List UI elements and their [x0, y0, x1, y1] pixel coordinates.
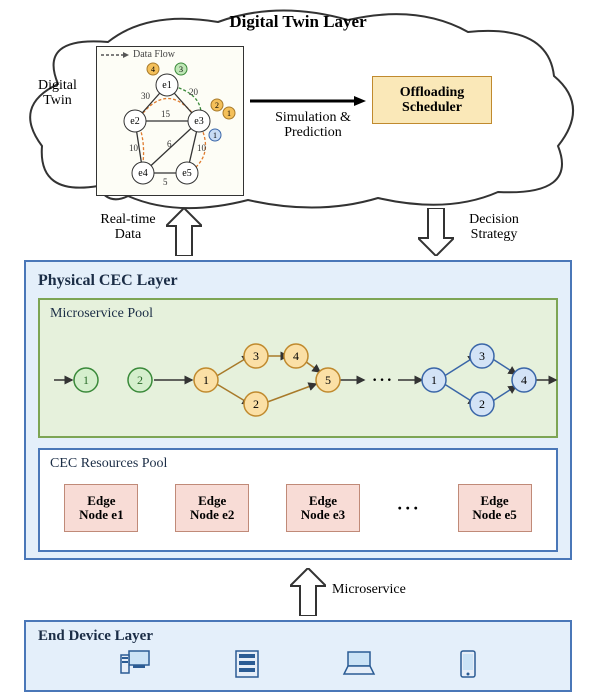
svg-text:20: 20 — [189, 87, 199, 97]
svg-text:3: 3 — [479, 349, 485, 363]
real-time-data-arrow — [166, 208, 202, 256]
svg-text:5: 5 — [163, 177, 168, 187]
svg-text:2: 2 — [253, 397, 259, 411]
graph-node-e2: e2 — [130, 116, 139, 127]
offloading-scheduler: Offloading Scheduler — [372, 76, 492, 124]
physical-cec-layer: Physical CEC Layer Microservice Pool ···… — [24, 260, 572, 560]
microservice-pool: Microservice Pool ··· 1 2 — [38, 298, 558, 438]
svg-text:6: 6 — [167, 139, 172, 149]
edge-node: Edge Node e2 — [175, 484, 249, 532]
digital-twin-panel-label: Digital Twin — [38, 78, 77, 109]
server-icon — [234, 649, 260, 679]
svg-text:2: 2 — [215, 101, 219, 110]
svg-text:3: 3 — [179, 65, 183, 74]
graph-node-e3: e3 — [194, 116, 203, 127]
svg-text:2: 2 — [479, 397, 485, 411]
cec-resources-title: CEC Resources Pool — [50, 456, 546, 472]
microservice-arrow-label: Microservice — [332, 582, 406, 598]
ellipsis: ··· — [397, 498, 421, 519]
graph-node-e1: e1 — [162, 80, 171, 91]
graph-node-e4: e4 — [138, 168, 147, 179]
edge-node: Edge Node e3 — [286, 484, 360, 532]
svg-text:4: 4 — [151, 65, 155, 74]
svg-text:1: 1 — [213, 131, 217, 140]
graph-node-e5: e5 — [182, 168, 191, 179]
edge-node: Edge Node e5 — [458, 484, 532, 532]
svg-text:1: 1 — [227, 109, 231, 118]
svg-text:5: 5 — [325, 373, 331, 387]
svg-text:1: 1 — [203, 373, 209, 387]
svg-text:2: 2 — [137, 373, 143, 387]
svg-text:10: 10 — [129, 143, 139, 153]
laptop-icon — [340, 650, 378, 678]
edge-node: Edge Node e1 — [64, 484, 138, 532]
sim-pred-arrow — [250, 96, 366, 106]
svg-text:···: ··· — [372, 372, 394, 389]
desktop-icon — [119, 649, 153, 679]
real-time-data-label: Real-time Data — [92, 212, 164, 243]
decision-strategy-arrow — [418, 208, 454, 256]
svg-text:4: 4 — [521, 373, 527, 387]
sim-pred-label: Simulation & Prediction — [258, 110, 368, 141]
decision-strategy-label: Decision Strategy — [458, 212, 530, 243]
phone-icon — [459, 649, 477, 679]
svg-text:10: 10 — [197, 143, 207, 153]
svg-text:1: 1 — [431, 373, 437, 387]
end-device-title: End Device Layer — [38, 628, 558, 645]
svg-text:1: 1 — [83, 373, 89, 387]
digital-twin-layer: Digital Twin Layer Digital Twin Data Flo… — [18, 6, 578, 214]
microservice-arrow — [290, 568, 326, 616]
svg-text:15: 15 — [161, 109, 171, 119]
digital-twin-graph: Data Flow e1 e2 e3 e4 e5 — [96, 46, 244, 196]
cec-resources-pool: CEC Resources Pool Edge Node e1 Edge Nod… — [38, 448, 558, 552]
microservice-pool-title: Microservice Pool — [50, 306, 546, 322]
svg-text:4: 4 — [293, 349, 299, 363]
digital-twin-title: Digital Twin Layer — [18, 12, 578, 32]
svg-text:30: 30 — [141, 91, 151, 101]
svg-text:3: 3 — [253, 349, 259, 363]
physical-layer-title: Physical CEC Layer — [38, 272, 558, 290]
end-device-layer: End Device Layer — [24, 620, 572, 692]
